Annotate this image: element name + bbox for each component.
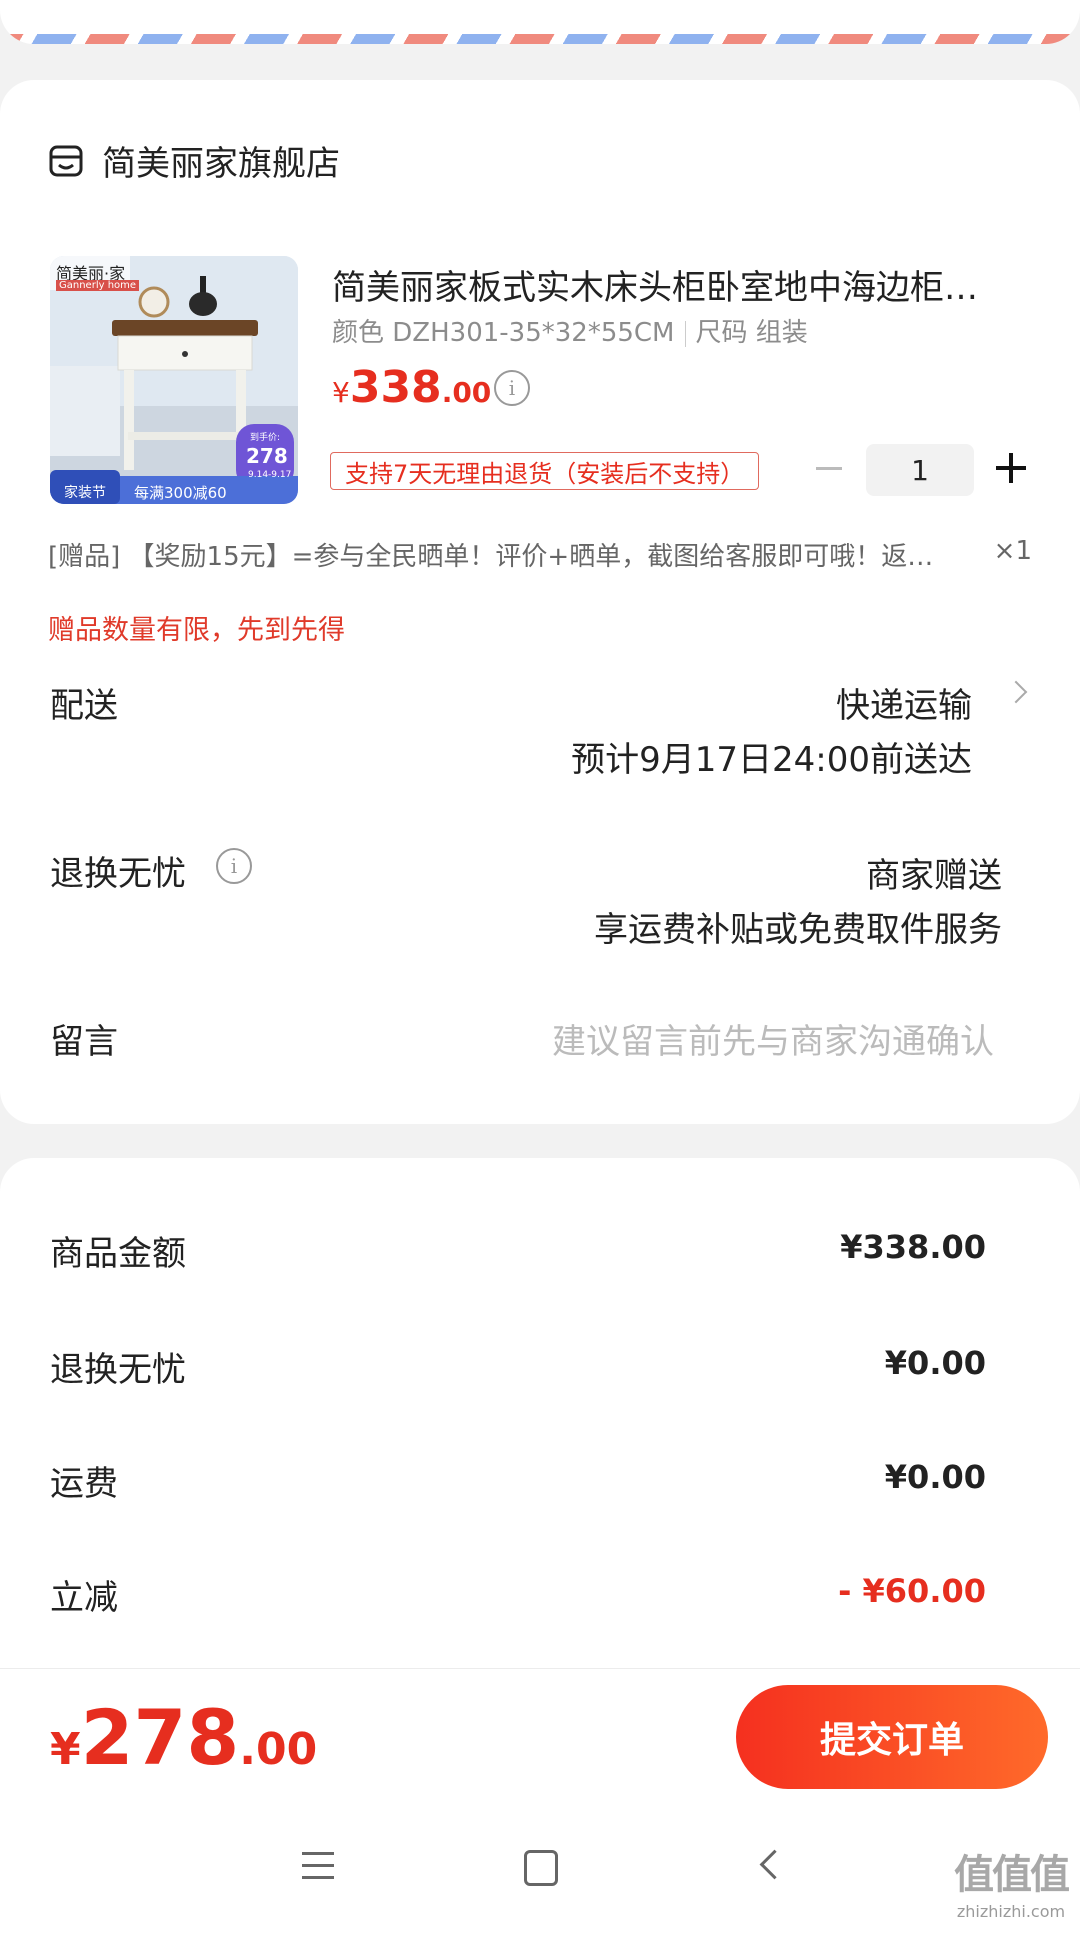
- thumb-brand-sub: Gannerly home: [56, 280, 140, 291]
- quantity-increase-button[interactable]: [996, 453, 1026, 483]
- address-card-bottom: [0, 0, 1080, 44]
- price-decimal: .00: [441, 376, 492, 409]
- product-price: ¥ 338 .00: [332, 362, 491, 413]
- shop-row[interactable]: 简美丽家旗舰店: [48, 136, 340, 185]
- returns-label: 退换无忧: [50, 854, 186, 894]
- summary-value-discount: - ¥60.00: [838, 1572, 986, 1610]
- store-icon: [49, 145, 83, 176]
- returns-desc: 享运费补贴或免费取件服务: [594, 910, 1002, 950]
- thumb-promo-label: 到手价:: [250, 433, 281, 443]
- gift-count: ×1: [993, 536, 1032, 566]
- quantity-decrease-button[interactable]: [816, 467, 842, 470]
- quantity-value[interactable]: 1: [866, 444, 974, 496]
- total-decimal: .00: [239, 1724, 318, 1775]
- summary-value-goods: ¥338.00: [840, 1228, 986, 1266]
- thumb-promo-date: 9.14-9.17: [248, 470, 292, 480]
- message-input[interactable]: 建议留言前先与商家沟通确认: [552, 1014, 994, 1063]
- back-icon[interactable]: [759, 1849, 790, 1880]
- returns-provider: 商家赠送: [866, 856, 1002, 896]
- shop-name: 简美丽家旗舰店: [102, 144, 340, 184]
- menu-icon[interactable]: [302, 1852, 334, 1880]
- spec-color: 颜色 DZH301-35*32*55CM: [332, 318, 675, 348]
- summary-value-shipping: ¥0.00: [884, 1458, 986, 1496]
- return-policy-badge: 支持7天无理由退货（安装后不支持）: [330, 452, 760, 490]
- thumb-promo-price: 278: [246, 444, 288, 468]
- watermark: 值值值 zhizhizhi.com: [954, 1842, 1070, 1921]
- gift-note: 赠品数量有限，先到先得: [48, 615, 345, 646]
- home-icon[interactable]: [524, 1850, 558, 1886]
- checkout-bar: ¥ 278 .00 提交订单: [0, 1668, 1080, 1807]
- watermark-logo: 值值值: [954, 1852, 1070, 1898]
- thumb-discount: 每满300减60: [134, 484, 227, 502]
- delivery-method[interactable]: 快递运输: [836, 678, 972, 727]
- returns-info-icon[interactable]: i: [216, 848, 252, 884]
- product-title[interactable]: 简美丽家板式实木床头柜卧室地中海边柜…: [332, 260, 1022, 309]
- spec-divider: [684, 320, 686, 347]
- chevron-right-icon[interactable]: [1004, 680, 1028, 704]
- watermark-url: zhizhizhi.com: [956, 1902, 1066, 1921]
- delivery-label: 配送: [50, 686, 118, 726]
- summary-label-returns: 退换无忧: [50, 1350, 186, 1390]
- airmail-stripe: [0, 34, 1080, 44]
- summary-label-discount: 立减: [50, 1578, 118, 1618]
- message-label: 留言: [50, 1022, 118, 1062]
- price-currency: ¥: [332, 376, 350, 409]
- spec-size: 尺码 组装: [695, 318, 808, 348]
- total-integer: 278: [80, 1693, 240, 1782]
- system-nav-bar: 值值值 zhizhizhi.com: [0, 1806, 1080, 1935]
- product-thumbnail[interactable]: 简美丽·家 Gannerly home 到手价: 278 9.14-9.17 家…: [50, 256, 298, 504]
- price-integer: 338: [349, 362, 442, 413]
- order-card: 简美丽家旗舰店 简美丽·家 Gannerly home 到手价: 278 9.1…: [0, 80, 1080, 1124]
- product-spec[interactable]: 颜色 DZH301-35*32*55CM 尺码 组装: [332, 312, 808, 349]
- submit-order-button[interactable]: 提交订单: [736, 1685, 1048, 1789]
- summary-label-goods: 商品金额: [50, 1234, 186, 1274]
- delivery-eta: 预计9月17日24:00前送达: [571, 740, 972, 780]
- total-price: ¥ 278 .00: [50, 1693, 317, 1782]
- thumb-festival: 家装节: [64, 485, 106, 501]
- total-currency: ¥: [50, 1724, 81, 1775]
- gift-item[interactable]: [赠品] 【奖励15元】=参与全民晒单！评价+晒单，截图给客服即可哦！返…: [48, 536, 993, 573]
- summary-value-returns: ¥0.00: [884, 1344, 986, 1382]
- summary-label-shipping: 运费: [50, 1464, 118, 1504]
- price-summary-card: 商品金额 ¥338.00 退换无忧 ¥0.00 运费 ¥0.00 立减 - ¥6…: [0, 1158, 1080, 1698]
- price-info-icon[interactable]: i: [494, 370, 530, 406]
